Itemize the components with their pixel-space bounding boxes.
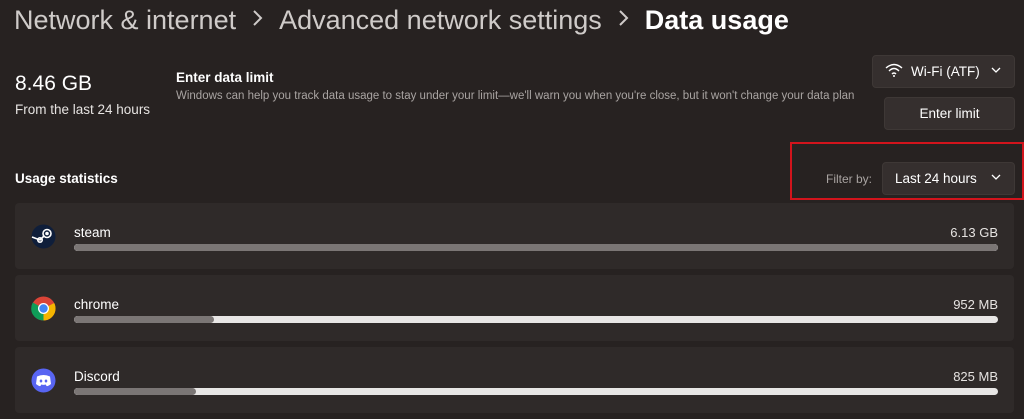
- usage-bar: [74, 388, 998, 395]
- wifi-icon: [885, 63, 903, 80]
- usage-statistics-title: Usage statistics: [15, 171, 118, 186]
- usage-bar-fill: [74, 388, 196, 395]
- total-usage-caption: From the last 24 hours: [15, 102, 151, 117]
- chevron-down-icon: [990, 171, 1002, 186]
- total-usage-value: 8.46 GB: [15, 72, 93, 95]
- chevron-down-icon: [990, 64, 1002, 79]
- app-name: steam: [74, 225, 111, 240]
- filter-label: Filter by:: [826, 172, 873, 186]
- network-select[interactable]: Wi-Fi (ATF): [872, 55, 1015, 88]
- usage-bar: [74, 244, 998, 251]
- usage-bar: [74, 316, 998, 323]
- filter-select[interactable]: Last 24 hours: [882, 162, 1015, 195]
- chevron-right-icon: [252, 9, 263, 32]
- app-name: Discord: [74, 369, 120, 384]
- breadcrumb-advanced-network-settings[interactable]: Advanced network settings: [279, 5, 602, 36]
- total-usage: 8.46 GB From the last 24 hours: [15, 72, 150, 117]
- data-limit-section: Enter data limit Windows can help you tr…: [176, 70, 866, 105]
- data-limit-title: Enter data limit: [176, 70, 274, 85]
- chrome-icon: [31, 296, 56, 321]
- breadcrumb-network-internet[interactable]: Network & internet: [14, 5, 236, 36]
- enter-limit-button[interactable]: Enter limit: [884, 97, 1015, 130]
- steam-icon: [31, 224, 56, 249]
- usage-bar-fill: [74, 244, 998, 251]
- page-title: Data usage: [644, 4, 789, 35]
- filter-select-value: Last 24 hours: [895, 171, 977, 186]
- app-size: 6.13 GB: [950, 225, 998, 240]
- app-usage-item-discord[interactable]: Discord 825 MB: [15, 347, 1014, 413]
- discord-icon: [31, 368, 56, 393]
- usage-bar-fill: [74, 316, 215, 323]
- app-name: chrome: [74, 297, 120, 312]
- data-limit-description: Windows can help you track data usage to…: [176, 90, 855, 102]
- app-usage-list: steam 6.13 GB chrome 952 MB Discord 825 …: [15, 203, 1014, 419]
- app-usage-item-chrome[interactable]: chrome 952 MB: [15, 275, 1014, 341]
- app-usage-item-steam[interactable]: steam 6.13 GB: [15, 203, 1014, 269]
- network-select-value: Wi-Fi (ATF): [911, 64, 980, 79]
- chevron-right-icon: [618, 9, 629, 32]
- app-size: 825 MB: [953, 369, 998, 384]
- app-size: 952 MB: [953, 297, 998, 312]
- breadcrumb: Network & internet Advanced network sett…: [14, 2, 789, 38]
